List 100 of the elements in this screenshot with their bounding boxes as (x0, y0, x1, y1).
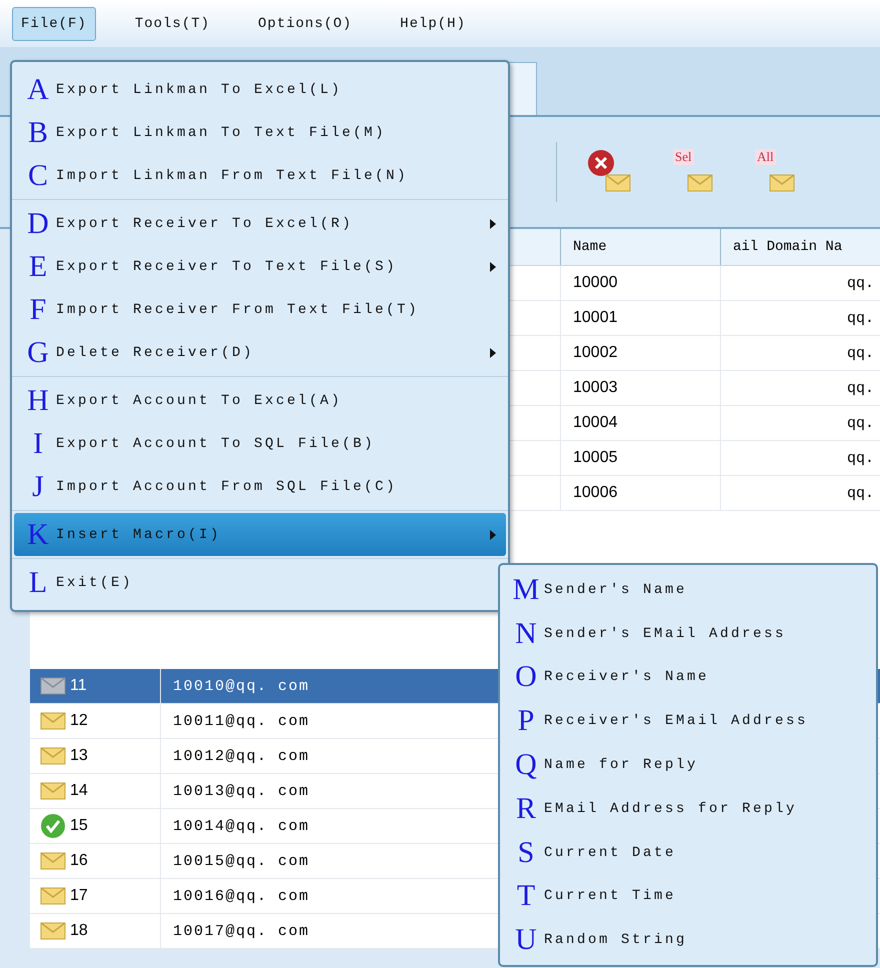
menu-item[interactable]: File(F) (12, 6, 96, 40)
row-number: 16 (70, 852, 88, 870)
menu-entry-label: Export Account To SQL File(B) (56, 436, 376, 452)
menu-entry[interactable]: R EMail Address for Reply (502, 786, 874, 831)
menu-entry-label: Export Linkman To Text File(M) (56, 124, 388, 140)
row-number: 18 (70, 922, 88, 940)
marker-letter: J (31, 470, 45, 504)
menu-entry[interactable]: S Current Date (502, 830, 874, 875)
table-cell: 10002 (560, 336, 720, 370)
email-address: 10014@qq. com (173, 818, 310, 834)
menu-entry[interactable]: Q Name for Reply (502, 743, 874, 787)
table-cell: qq. (720, 371, 880, 405)
column-header[interactable]: Name (560, 229, 720, 265)
menu-entry-label: Import Linkman From Text File(N) (56, 168, 410, 184)
menu-entry-label: Exit(E) (56, 574, 134, 590)
menu-entry-label: Current Date (544, 844, 678, 861)
menu-item[interactable]: Options(O) (249, 6, 362, 40)
menu-item[interactable]: Tools(T) (126, 6, 220, 40)
menu-entry-label: Delete Receiver(D) (56, 344, 256, 360)
menu-item[interactable]: Help(H) (391, 6, 475, 40)
menu-entry[interactable]: O Receiver's Name (502, 656, 874, 700)
marker-letter: F (28, 292, 48, 326)
email-address: 10016@qq. com (173, 888, 310, 904)
envelope-icon (40, 676, 66, 696)
email-address: 10010@qq. com (173, 678, 310, 694)
marker-letter: U (514, 923, 538, 958)
table-cell: 10000 (560, 266, 720, 300)
menu-entry[interactable]: C Import Linkman From Text File(N) (14, 154, 506, 197)
menu-entry-label: Export Receiver To Excel(R) (56, 216, 354, 232)
menu-entry[interactable]: N Sender's EMail Address (502, 612, 874, 656)
envelope-icon (40, 711, 66, 731)
marker-letter: B (26, 116, 49, 150)
menu-entry[interactable]: F Import Receiver From Text File(T) (14, 288, 506, 331)
marker-letter: M (512, 572, 540, 607)
menu-entry-label: Import Receiver From Text File(T) (56, 302, 420, 318)
row-number: 13 (70, 747, 88, 765)
marker-letter: A (26, 72, 50, 106)
marker-letter: D (26, 206, 50, 240)
envelope-icon (40, 746, 66, 766)
marker-letter: Q (514, 748, 538, 782)
envelope-icon (769, 173, 795, 193)
table-cell: 10001 (560, 301, 720, 335)
table-cell: qq. (720, 301, 880, 335)
email-address: 10017@qq. com (173, 922, 310, 940)
email-address: 10011@qq. com (173, 712, 310, 730)
email-address: 10015@qq. com (173, 852, 310, 870)
marker-letter: N (514, 616, 538, 651)
row-number: 12 (70, 712, 88, 730)
menu-entry[interactable]: E Export Receiver To Text File(S) (14, 245, 506, 288)
menu-entry[interactable]: I Export Account To SQL File(B) (14, 422, 506, 465)
menu-entry[interactable]: H Export Account To Excel(A) (14, 379, 506, 422)
table-cell: qq. (720, 266, 880, 300)
menu-entry[interactable]: U Random String (502, 918, 874, 962)
menu-entry[interactable]: K Insert Macro(I) (14, 513, 506, 556)
delete-icon (587, 149, 615, 177)
tagged-mail-button[interactable]: Sel (669, 147, 717, 197)
menu-entry-label: Export Receiver To Text File(S) (56, 258, 398, 274)
marker-letter: E (28, 250, 48, 284)
marker-letter: G (26, 336, 50, 370)
menu-entry-label: EMail Address for Reply (544, 800, 798, 817)
menu-entry[interactable]: D Export Receiver To Excel(R) (14, 202, 506, 245)
email-address: 10013@qq. com (173, 782, 310, 800)
menu-entry-label: Import Account From SQL File(C) (56, 478, 398, 494)
marker-letter: R (514, 792, 537, 826)
menu-entry-label: Receiver's Name (544, 669, 710, 686)
table-cell: 10003 (560, 371, 720, 405)
menu-entry[interactable]: T Current Time (502, 874, 874, 918)
menu-entry[interactable]: B Export Linkman To Text File(M) (14, 111, 506, 154)
marker-letter: P (516, 704, 536, 738)
table-cell: 10005 (560, 441, 720, 475)
envelope-icon (40, 886, 66, 906)
table-cell: qq. (720, 441, 880, 475)
table-cell: qq. (720, 336, 880, 370)
marker-letter: C (26, 158, 49, 192)
column-header[interactable]: ail Domain Na (720, 229, 880, 265)
menu-entry[interactable]: P Receiver's EMail Address (502, 699, 874, 744)
marker-letter: I (32, 426, 44, 460)
row-number: 11 (70, 677, 87, 695)
envelope-icon (40, 921, 66, 941)
table-cell: qq. (720, 476, 880, 510)
envelope-icon (687, 173, 713, 193)
marker-letter: H (26, 384, 50, 418)
marker-letter: S (516, 836, 536, 870)
menu-entry-label: Export Linkman To Excel(L) (56, 82, 344, 98)
email-address: 10012@qq. com (173, 748, 310, 764)
check-icon (40, 813, 66, 839)
tagged-mail-button[interactable]: All (751, 147, 799, 197)
table-cell: 10004 (560, 406, 720, 440)
marker-letter: K (26, 518, 50, 552)
menu-entry-label: Insert Macro(I) (56, 526, 222, 542)
menu-entry[interactable]: J Import Account From SQL File(C) (14, 465, 506, 508)
marker-letter: T (516, 879, 536, 914)
menu-entry[interactable]: G Delete Receiver(D) (14, 331, 506, 374)
menu-entry-label: Current Time (544, 888, 678, 904)
table-cell: 10006 (560, 476, 720, 510)
row-number: 14 (70, 782, 88, 800)
menu-entry-label: Name for Reply (544, 757, 700, 774)
menu-entry-label: Random String (544, 932, 688, 948)
envelope-icon (40, 781, 66, 801)
envelope-icon (605, 173, 631, 193)
